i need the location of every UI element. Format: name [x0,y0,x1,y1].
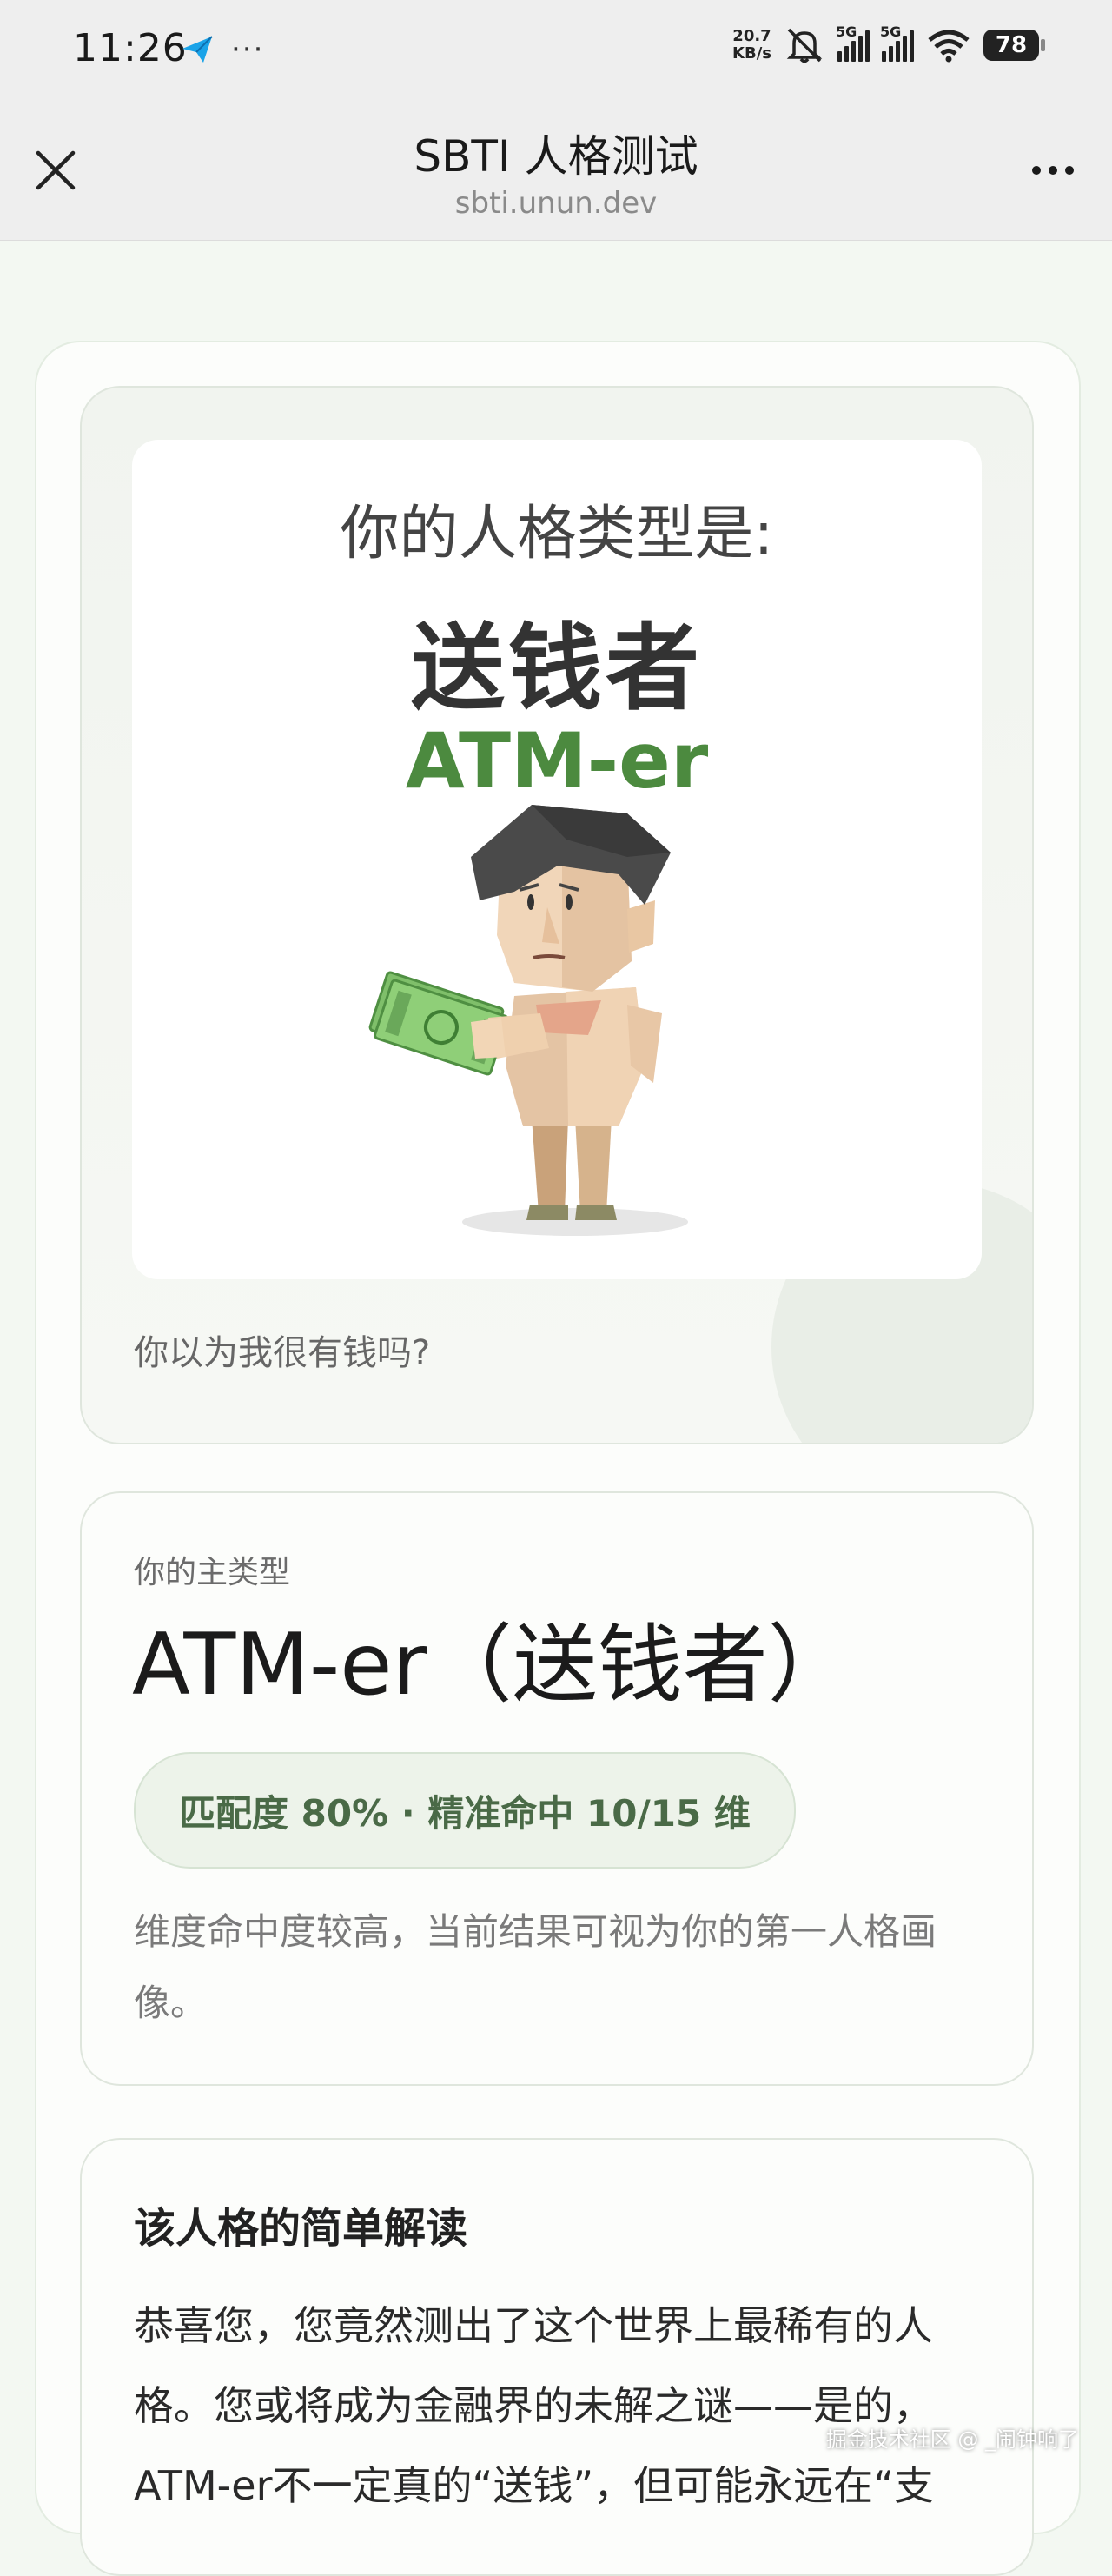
poster-type-cn: 送钱者 [410,614,703,723]
poster-type-en: ATM-er [405,716,709,806]
reading-title: 该人格的简单解读 [134,2204,468,2253]
reading-body: 恭喜您，您竟然测出了这个世界上最稀有的人格。您或将成为金融界的未解之谜——是的，… [134,2302,934,2509]
poster-intro: 你的人格类型是: [340,500,774,568]
battery-icon: 78 [983,30,1045,61]
network-speed-value: 20.7 [732,27,771,45]
result-poster: 你的人格类型是: 送钱者 ATM-er [132,440,982,1279]
browser-header: SBTI 人格测试 sbti.unun.dev [0,103,1112,241]
bell-muted-icon [786,28,823,63]
main-type-card: 你的主类型 ATM-er（送钱者） 匹配度 80% · 精准命中 10/15 维… [80,1491,1034,2086]
atm-er-character-illustration [368,805,688,1236]
more-notifications-icon: ··· [231,32,265,67]
status-bar: 11:26 ··· 20.7 KB/s 5G 5G 78 [0,0,1112,103]
network-type-1: 5G [836,23,857,40]
signal-icon: 5G [836,23,870,62]
network-speed: 20.7 KB/s [732,28,771,63]
page-domain: sbti.unun.dev [454,186,658,221]
page-title: SBTI 人格测试 [414,131,698,182]
more-options-icon[interactable] [1025,153,1081,188]
hero-card: 你的人格类型是: 送钱者 ATM-er 你以为我很有钱吗? [80,386,1034,1444]
signal-icon-2: 5G [880,23,914,62]
wifi-icon [928,30,970,63]
main-type-title: ATM-er（送钱者） [132,1616,853,1715]
network-type-2: 5G [880,23,902,40]
system-icons: 20.7 KB/s 5G 5G 78 [732,23,1045,64]
network-speed-unit: KB/s [732,44,771,63]
main-type-label: 你的主类型 [134,1555,291,1590]
match-badge: 匹配度 80% · 精准命中 10/15 维 [134,1752,796,1869]
send-app-icon [182,36,213,63]
notification-icons: ··· [179,31,264,68]
watermark: 掘金技术社区 @ _闹钟响了 [825,2427,1079,2452]
main-type-description: 维度命中度较高，当前结果可视为你的第一人格画像。 [134,1910,937,2024]
hero-quote: 你以为我很有钱吗? [134,1333,431,1373]
clock: 11:26 [73,26,188,70]
reading-card: 该人格的简单解读 恭喜您，您竟然测出了这个世界上最稀有的人格。您或将成为金融界的… [80,2138,1034,2576]
